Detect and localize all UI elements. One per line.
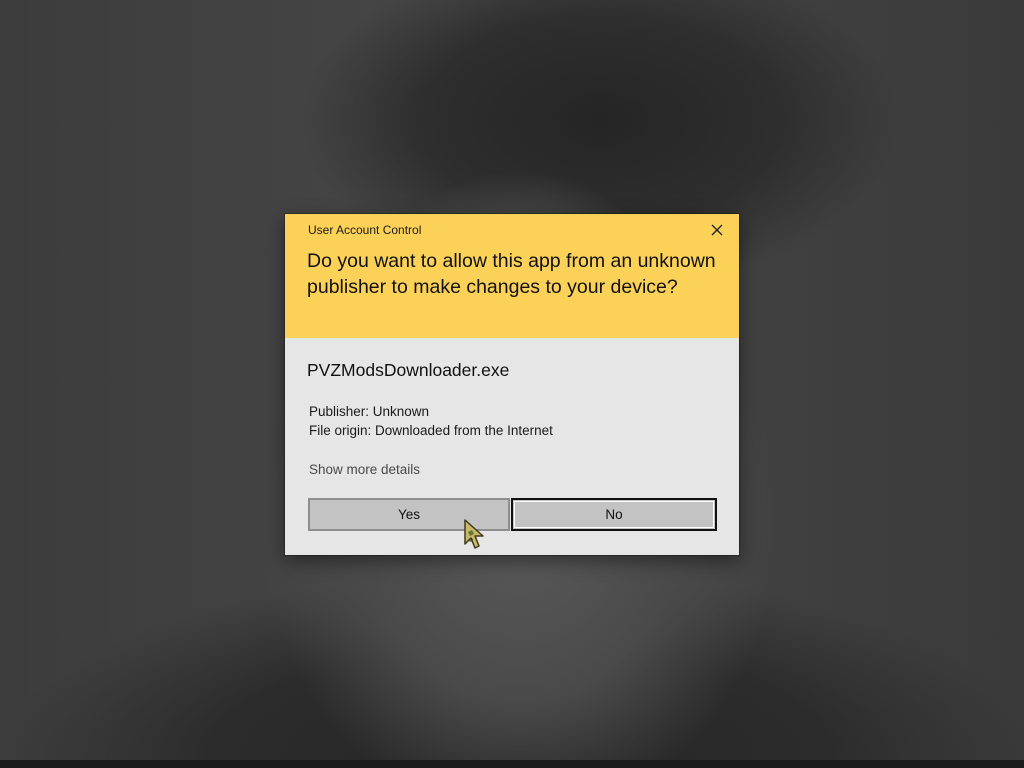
- file-origin-info: File origin: Downloaded from the Interne…: [309, 423, 553, 438]
- publisher-info: Publisher: Unknown: [309, 404, 430, 419]
- yes-button-label: Yes: [397, 507, 421, 522]
- show-more-details-link[interactable]: Show more details: [309, 462, 420, 477]
- close-icon: [711, 224, 723, 236]
- dialog-header: User Account Control Do you want to allo…: [285, 214, 739, 338]
- no-button-label: No: [605, 507, 623, 522]
- screen-bottom-edge: [0, 760, 1024, 768]
- uac-question: Do you want to allow this app from an un…: [307, 250, 716, 298]
- app-name: PVZModsDownloader.exe: [307, 360, 510, 380]
- no-button[interactable]: No: [511, 498, 717, 531]
- dialog-title: User Account Control: [308, 223, 422, 237]
- close-button[interactable]: [703, 219, 731, 241]
- pointer-cursor-icon: [464, 519, 484, 549]
- uac-dialog: User Account Control Do you want to allo…: [285, 214, 739, 555]
